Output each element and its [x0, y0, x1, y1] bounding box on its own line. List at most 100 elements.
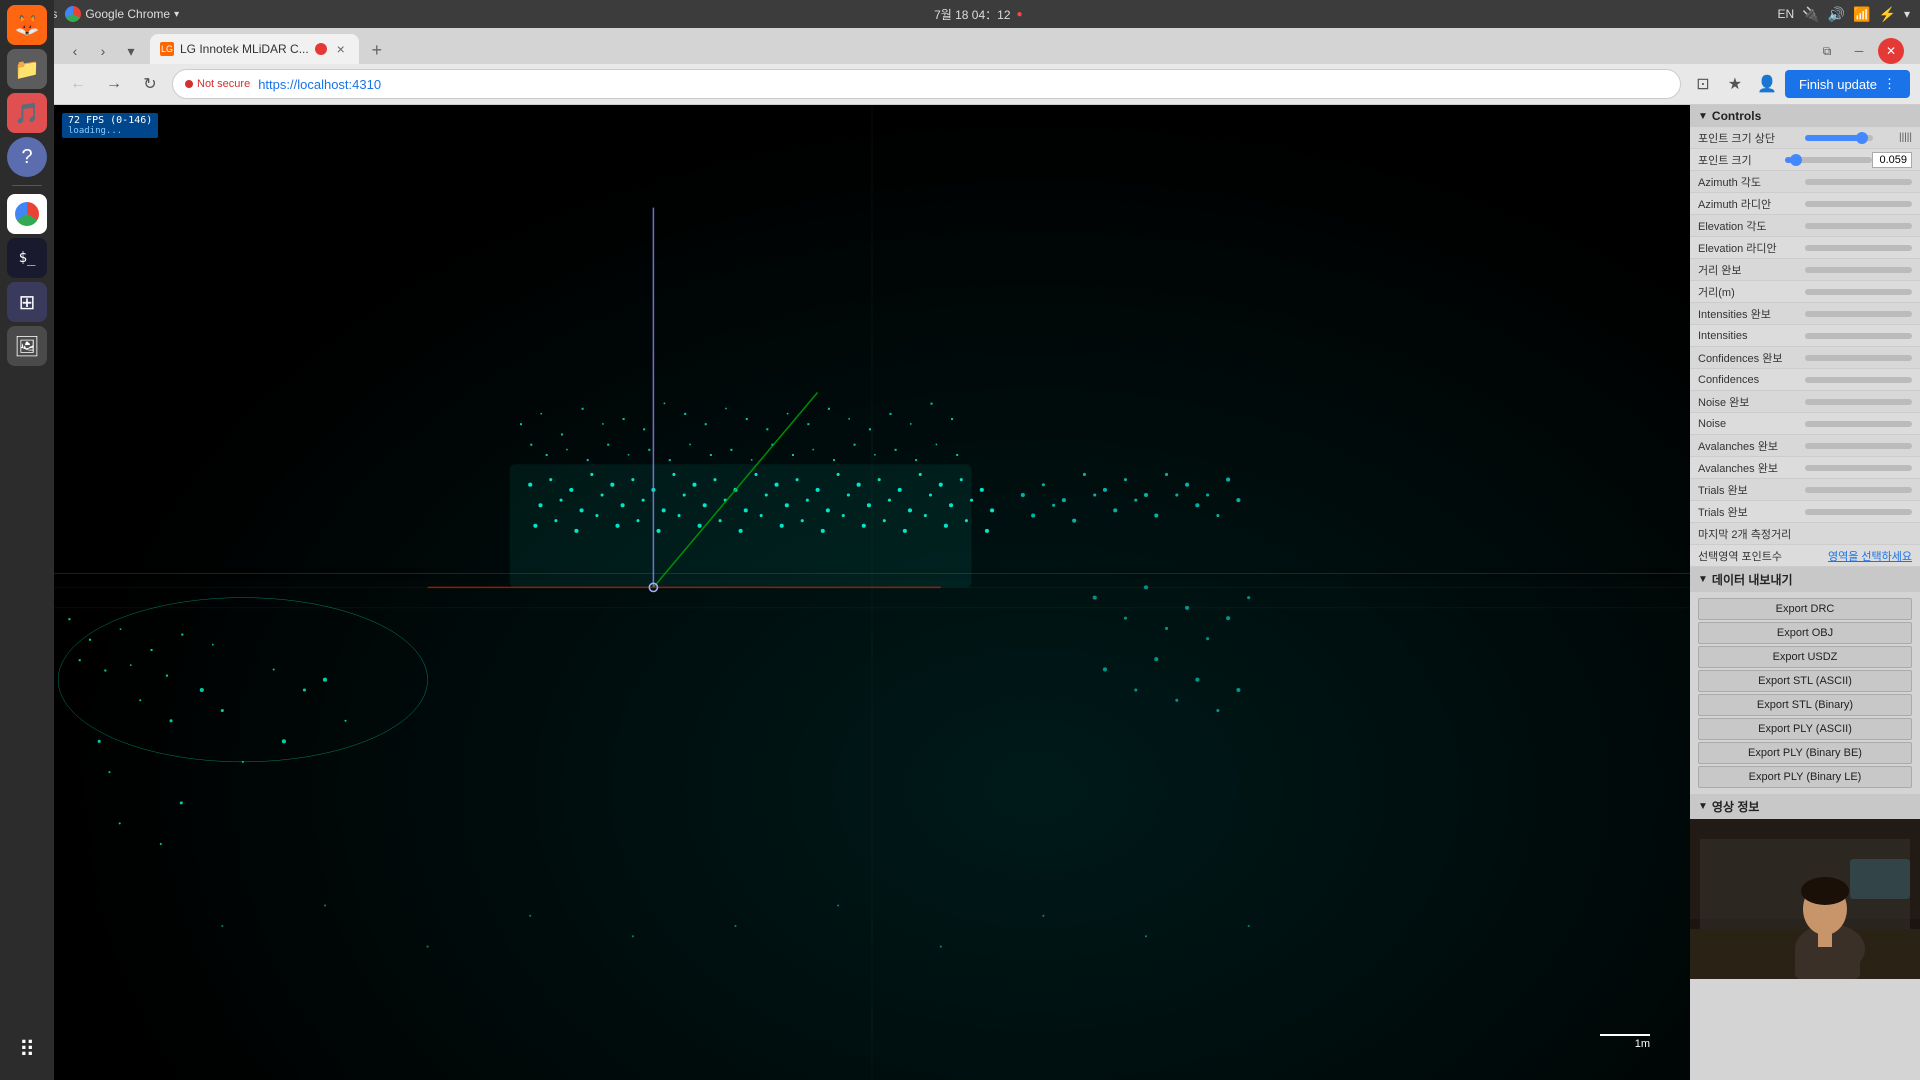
confidences-filter-slider[interactable]: [1805, 355, 1912, 361]
dock-icon-chrome[interactable]: [7, 194, 47, 234]
dock-icon-rhythmbox[interactable]: 🎵: [7, 93, 47, 133]
controls-row-intensities-filter: Intensities 완보: [1690, 303, 1920, 325]
browser-tab-active[interactable]: LG LG Innotek MLiDAR C... ×: [150, 34, 359, 64]
point-cloud-visualization: [54, 105, 1690, 1080]
point-size-slider[interactable]: [1785, 157, 1872, 163]
controls-row-avalanches-filter: Avalanches 완보: [1690, 435, 1920, 457]
tab-dropdown[interactable]: ▾: [118, 38, 144, 64]
controls-row-noise-filter: Noise 완보: [1690, 391, 1920, 413]
scale-line: [1600, 1034, 1650, 1036]
export-ply-binary-le-button[interactable]: Export PLY (Binary LE): [1698, 766, 1912, 788]
controls-row-azimuth-rad: Azimuth 라디안: [1690, 193, 1920, 215]
content-area: 72 FPS (0-146) loading... 1m ▼ Controls …: [54, 105, 1920, 1080]
avalanches-filter-slider[interactable]: [1805, 443, 1912, 449]
dock-separator: [12, 185, 42, 186]
profile-icon[interactable]: 👤: [1753, 70, 1781, 98]
dock-icon-help[interactable]: ?: [7, 137, 47, 177]
dock-icon-terminal[interactable]: $_: [7, 238, 47, 278]
controls-row-distance-m: 거리(m): [1690, 281, 1920, 303]
azimuth-angle-slider[interactable]: [1805, 179, 1912, 185]
dock-icon-files[interactable]: 📁: [7, 49, 47, 89]
fps-label: 72 FPS (0-146): [68, 115, 152, 126]
cast-icon[interactable]: ⊡: [1689, 70, 1717, 98]
controls-row-intensities: Intensities: [1690, 325, 1920, 347]
controls-section-header[interactable]: ▼ Controls: [1690, 105, 1920, 127]
controls-row-noise: Noise: [1690, 413, 1920, 435]
forward-button[interactable]: →: [100, 70, 128, 98]
export-buttons-section: Export DRC Export OBJ Export USDZ Export…: [1690, 592, 1920, 794]
distance-m-slider[interactable]: [1805, 289, 1912, 295]
os-dropdown-icon[interactable]: ▾: [1904, 7, 1910, 21]
distance-filter-slider[interactable]: [1805, 267, 1912, 273]
export-stl-ascii-button[interactable]: Export STL (ASCII): [1698, 670, 1912, 692]
back-button[interactable]: ←: [64, 70, 92, 98]
controls-row-azimuth-angle: Azimuth 각도: [1690, 171, 1920, 193]
controls-row-top: 포인트 크기 상단 |||||: [1690, 127, 1920, 149]
top-slider-track[interactable]: [1805, 135, 1873, 141]
fps-loading: loading...: [68, 126, 152, 136]
dock-icon-app-grid[interactable]: ⠿: [7, 1030, 47, 1070]
controls-row-elevation-rad: Elevation 라디안: [1690, 237, 1920, 259]
controls-row-distance-filter: 거리 완보: [1690, 259, 1920, 281]
export-stl-binary-button[interactable]: Export STL (Binary): [1698, 694, 1912, 716]
export-ply-binary-be-button[interactable]: Export PLY (Binary BE): [1698, 742, 1912, 764]
export-section-header[interactable]: ▼ 데이터 내보내기: [1690, 567, 1920, 592]
minimize-window-button[interactable]: ─: [1846, 38, 1872, 64]
chrome-app-indicator[interactable]: Google Chrome ▾: [65, 6, 179, 22]
azimuth-rad-slider[interactable]: [1805, 201, 1912, 207]
export-usdz-button[interactable]: Export USDZ: [1698, 646, 1912, 668]
elevation-angle-slider[interactable]: [1805, 223, 1912, 229]
camera-section-header[interactable]: ▼ 영상 정보: [1690, 794, 1920, 819]
security-badge[interactable]: Not secure: [185, 78, 250, 90]
os-bar: Activities Google Chrome ▾ 7월 18 04：12 ●…: [0, 0, 1920, 28]
export-obj-button[interactable]: Export OBJ: [1698, 622, 1912, 644]
controls-row-avalanches: Avalanches 완보: [1690, 457, 1920, 479]
confidences-slider[interactable]: [1805, 377, 1912, 383]
controls-row-confidences: Confidences: [1690, 369, 1920, 391]
controls-row-point-size: 포인트 크기 0.059: [1690, 149, 1920, 171]
point-size-label: 포인트 크기: [1698, 152, 1785, 168]
controls-row-confidences-filter: Confidences 완보: [1690, 347, 1920, 369]
tab-favicon: LG: [160, 42, 174, 56]
dock-icon-screenshot[interactable]: ⊞: [7, 282, 47, 322]
tab-close-button[interactable]: ×: [333, 41, 349, 57]
dock-icon-firefox[interactable]: 🦊: [7, 5, 47, 45]
trials-slider[interactable]: [1805, 509, 1912, 515]
refresh-button[interactable]: ↻: [136, 70, 164, 98]
scale-bar: 1m: [1600, 1034, 1650, 1050]
noise-slider[interactable]: [1805, 421, 1912, 427]
elevation-rad-slider[interactable]: [1805, 245, 1912, 251]
tab-back-nav[interactable]: ‹: [62, 38, 88, 64]
export-ply-ascii-button[interactable]: Export PLY (ASCII): [1698, 718, 1912, 740]
3d-viewer[interactable]: 72 FPS (0-146) loading... 1m: [54, 105, 1690, 1080]
new-tab-button[interactable]: +: [363, 36, 391, 64]
chrome-dropdown-icon[interactable]: ▾: [174, 9, 179, 20]
url-text: https://localhost:4310: [258, 77, 381, 92]
tab-forward-nav[interactable]: ›: [90, 38, 116, 64]
camera-feed: [1690, 819, 1920, 979]
select-area-link[interactable]: 영역을 선택하세요: [1828, 548, 1912, 564]
intensities-slider[interactable]: [1805, 333, 1912, 339]
bookmark-icon[interactable]: ★: [1721, 70, 1749, 98]
lang-indicator[interactable]: EN: [1778, 7, 1795, 21]
finish-update-button[interactable]: Finish update ⋮: [1785, 70, 1910, 98]
security-dot: [185, 80, 193, 88]
recording-indicator: ●: [1017, 9, 1023, 20]
trials-filter-slider[interactable]: [1805, 487, 1912, 493]
camera-chevron-icon: ▼: [1698, 801, 1708, 812]
close-window-button[interactable]: ✕: [1878, 38, 1904, 64]
os-datetime: 7월 18 04：12 ●: [934, 6, 1022, 23]
restore-window-button[interactable]: ⧉: [1814, 38, 1840, 64]
intensities-filter-slider[interactable]: [1805, 311, 1912, 317]
chrome-icon: [65, 6, 81, 22]
dock-icon-image-viewer[interactable]: 🖼: [7, 326, 47, 366]
camera-video: [1690, 819, 1920, 979]
camera-section-title: 영상 정보: [1712, 798, 1760, 815]
address-bar[interactable]: Not secure https://localhost:4310: [172, 69, 1681, 99]
controls-row-selected-area: 선택영역 포인트수 영역을 선택하세요: [1690, 545, 1920, 567]
export-drc-button[interactable]: Export DRC: [1698, 598, 1912, 620]
finish-update-menu-icon: ⋮: [1883, 76, 1896, 92]
noise-filter-slider[interactable]: [1805, 399, 1912, 405]
controls-row-trials-filter: Trials 완보: [1690, 479, 1920, 501]
avalanches-slider[interactable]: [1805, 465, 1912, 471]
